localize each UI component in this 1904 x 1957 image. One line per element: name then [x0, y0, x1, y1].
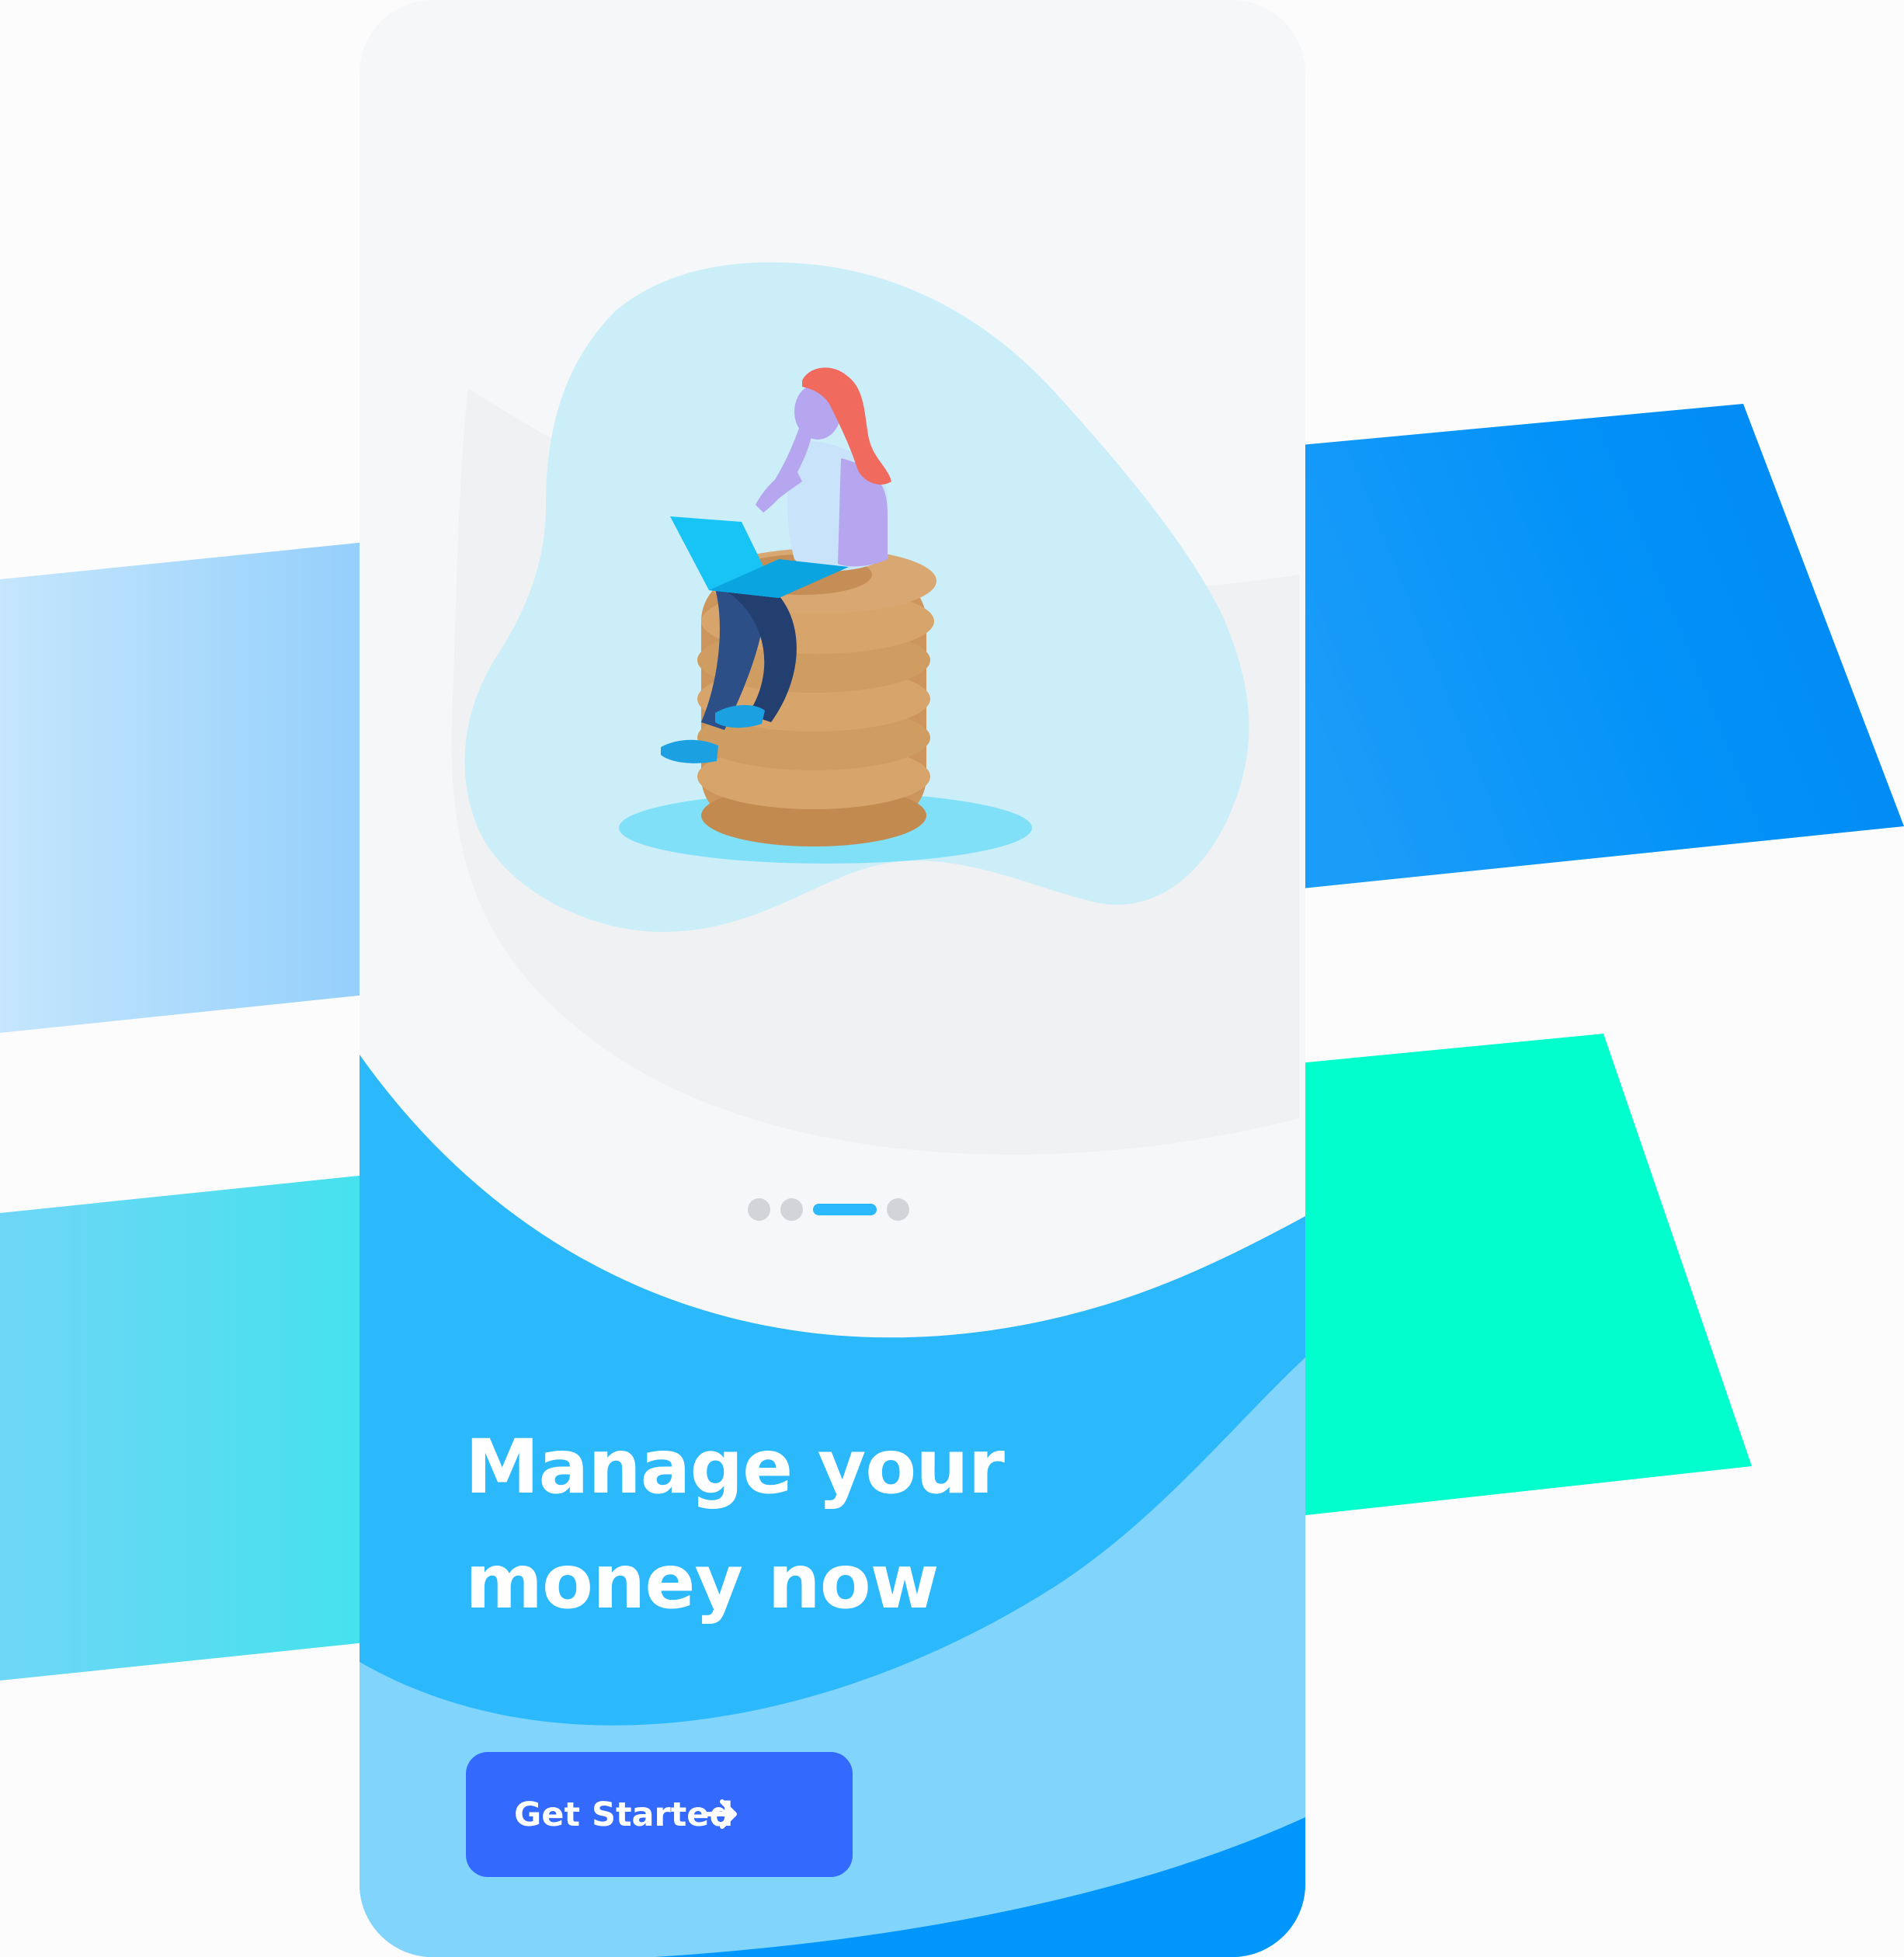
arrow-right-icon: [703, 1799, 737, 1829]
onboarding-canvas: Manage your money now Get Started: [0, 0, 1904, 1957]
stripe-cyan: [0, 1171, 404, 1681]
get-started-button[interactable]: Get Started: [466, 1752, 853, 1877]
stripe-light-blue: [0, 538, 404, 1033]
pager-dot-3-active[interactable]: [813, 1203, 877, 1215]
onboarding-headline: Manage your money now: [465, 1410, 1164, 1639]
headline-line-1: Manage your: [465, 1423, 1005, 1510]
headline-line-2: money now: [465, 1538, 939, 1625]
page-indicator: [748, 1197, 909, 1221]
stripe-blue: [1242, 404, 1904, 895]
pager-dot-4[interactable]: [887, 1197, 909, 1221]
onboarding-illustration: [451, 262, 1300, 1155]
phone-screen: Manage your money now Get Started: [360, 0, 1305, 1957]
pager-dot-2[interactable]: [780, 1197, 803, 1221]
pager-dot-1[interactable]: [748, 1197, 770, 1221]
stripe-mint: [1242, 1034, 1752, 1522]
